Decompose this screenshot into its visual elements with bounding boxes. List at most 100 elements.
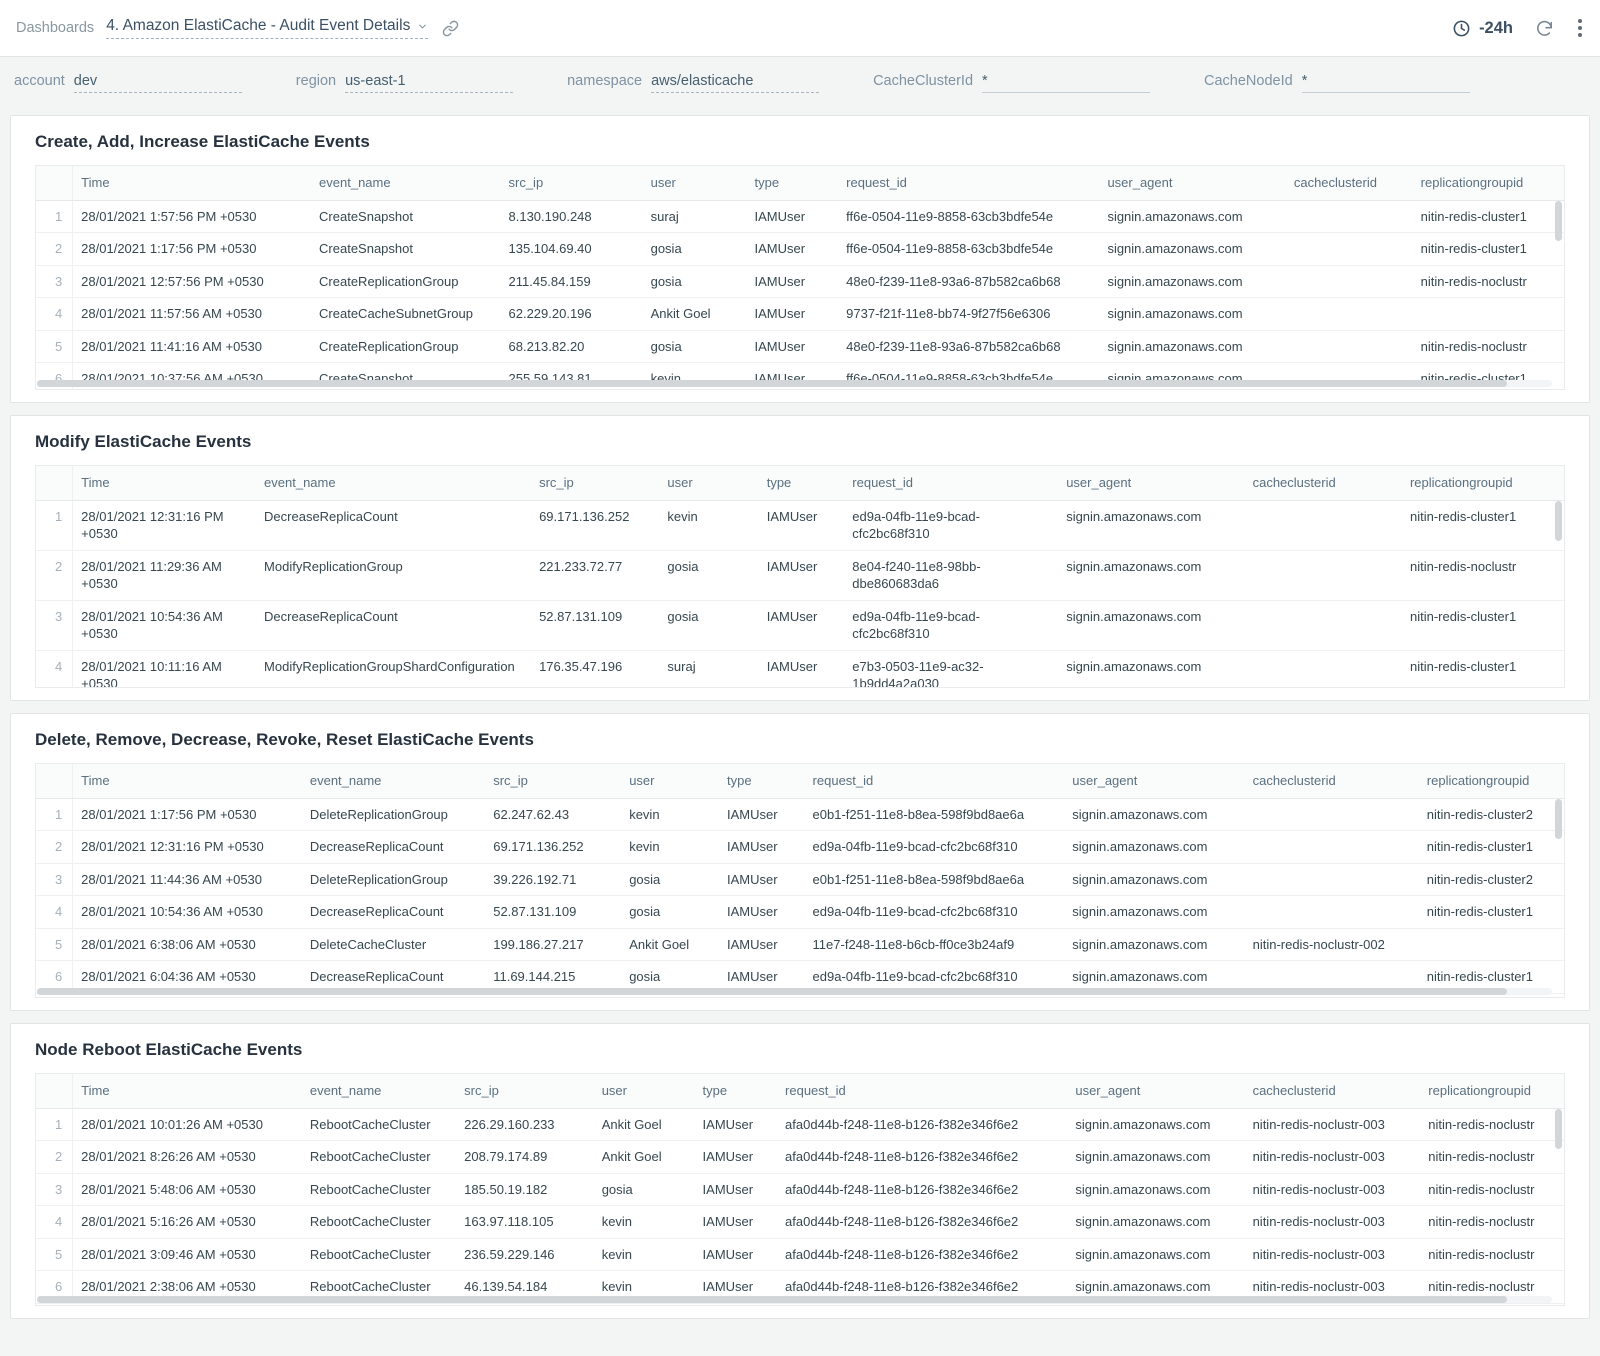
table-cell	[1286, 233, 1413, 266]
table-cell: 211.45.84.159	[501, 265, 643, 298]
table-cell: nitin-redis-cluster1	[1419, 831, 1564, 864]
column-header-user[interactable]: user	[621, 764, 719, 798]
column-header-event_name[interactable]: event_name	[311, 166, 500, 200]
column-header-cacheclusterid[interactable]: cacheclusterid	[1245, 1074, 1421, 1108]
table-cell: 28/01/2021 5:48:06 AM +0530	[73, 1173, 302, 1206]
table-row: 228/01/2021 11:29:36 AM +0530ModifyRepli…	[36, 550, 1564, 600]
vertical-scrollbar[interactable]	[1555, 1076, 1562, 1303]
table-cell: CreateReplicationGroup	[311, 265, 500, 298]
column-header-src_ip[interactable]: src_ip	[501, 166, 643, 200]
filter-cachenodeid-value[interactable]: *	[1302, 73, 1470, 93]
row-number: 2	[36, 550, 73, 600]
column-header-time[interactable]: Time	[73, 166, 311, 200]
table-cell: kevin	[621, 798, 719, 831]
column-header-src_ip[interactable]: src_ip	[456, 1074, 594, 1108]
column-header-request_id[interactable]: request_id	[844, 466, 1058, 500]
column-header-src_ip[interactable]: src_ip	[485, 764, 621, 798]
column-header-event_name[interactable]: event_name	[302, 1074, 456, 1108]
table-cell: 176.35.47.196	[531, 650, 659, 687]
column-header-event_name[interactable]: event_name	[302, 764, 485, 798]
column-header-time[interactable]: Time	[73, 1074, 302, 1108]
table-cell: signin.amazonaws.com	[1058, 500, 1244, 550]
column-header-type[interactable]: type	[746, 166, 838, 200]
clock-icon	[1452, 19, 1471, 38]
row-number: 5	[36, 928, 73, 961]
table-cell: IAMUser	[759, 500, 845, 550]
row-number: 4	[36, 298, 73, 331]
row-number-header	[36, 466, 73, 500]
column-header-replicationgroupid[interactable]: replicationgroupid	[1413, 166, 1564, 200]
filter-namespace-value[interactable]: aws/elasticache	[651, 73, 819, 93]
column-header-src_ip[interactable]: src_ip	[531, 466, 659, 500]
table-cell: gosia	[621, 863, 719, 896]
table-area: Timeevent_namesrc_ipusertyperequest_idus…	[35, 465, 1565, 688]
link-icon[interactable]	[442, 20, 459, 37]
table-cell: nitin-redis-noclustr-002	[1245, 928, 1419, 961]
column-header-cacheclusterid[interactable]: cacheclusterid	[1286, 166, 1413, 200]
column-header-request_id[interactable]: request_id	[805, 764, 1065, 798]
column-header-type[interactable]: type	[719, 764, 805, 798]
row-number: 3	[36, 265, 73, 298]
column-header-user_agent[interactable]: user_agent	[1099, 166, 1285, 200]
kebab-menu-icon[interactable]	[1576, 19, 1584, 37]
table-cell: afa0d44b-f248-11e8-b126-f382e346f6e2	[777, 1238, 1067, 1271]
filter-label: account	[14, 73, 65, 89]
column-header-request_id[interactable]: request_id	[838, 166, 1099, 200]
column-header-type[interactable]: type	[695, 1074, 778, 1108]
table-cell: nitin-redis-cluster1	[1402, 500, 1564, 550]
dashboard-title-selector[interactable]: 4. Amazon ElastiCache - Audit Event Deta…	[106, 17, 428, 39]
table-cell: IAMUser	[759, 650, 845, 687]
vertical-scrollbar[interactable]	[1555, 468, 1562, 685]
horizontal-scrollbar[interactable]	[37, 988, 1552, 995]
column-header-replicationgroupid[interactable]: replicationgroupid	[1419, 764, 1564, 798]
column-header-request_id[interactable]: request_id	[777, 1074, 1067, 1108]
column-header-event_name[interactable]: event_name	[256, 466, 531, 500]
row-number: 5	[36, 330, 73, 363]
table-cell: 28/01/2021 1:17:56 PM +0530	[73, 798, 302, 831]
table-cell: afa0d44b-f248-11e8-b126-f382e346f6e2	[777, 1206, 1067, 1239]
refresh-icon[interactable]	[1535, 19, 1554, 38]
column-header-user[interactable]: user	[594, 1074, 695, 1108]
horizontal-scrollbar[interactable]	[37, 1296, 1552, 1303]
table-cell: 48e0-f239-11e8-93a6-87b582ca6b68	[838, 265, 1099, 298]
vertical-scrollbar[interactable]	[1555, 168, 1562, 387]
table-cell: afa0d44b-f248-11e8-b126-f382e346f6e2	[777, 1173, 1067, 1206]
column-header-user_agent[interactable]: user_agent	[1064, 764, 1244, 798]
column-header-time[interactable]: Time	[73, 466, 256, 500]
table-cell: RebootCacheCluster	[302, 1173, 456, 1206]
table-cell: kevin	[621, 831, 719, 864]
table-row: 428/01/2021 5:16:26 AM +0530RebootCacheC…	[36, 1206, 1564, 1239]
row-number: 4	[36, 896, 73, 929]
breadcrumb[interactable]: Dashboards	[16, 20, 94, 36]
table-cell: 236.59.229.146	[456, 1238, 594, 1271]
column-header-type[interactable]: type	[759, 466, 845, 500]
table-cell: Ankit Goel	[594, 1141, 695, 1174]
table-cell: 28/01/2021 5:16:26 AM +0530	[73, 1206, 302, 1239]
panel-modify-events: Modify ElastiCache Events Timeevent_name…	[10, 415, 1590, 701]
table-cell: IAMUser	[746, 298, 838, 331]
filter-account-value[interactable]: dev	[74, 73, 242, 93]
column-header-user_agent[interactable]: user_agent	[1058, 466, 1244, 500]
horizontal-scrollbar[interactable]	[37, 380, 1552, 387]
column-header-user_agent[interactable]: user_agent	[1067, 1074, 1244, 1108]
time-range-selector[interactable]: -24h	[1452, 19, 1513, 38]
column-header-replicationgroupid[interactable]: replicationgroupid	[1420, 1074, 1564, 1108]
column-header-user[interactable]: user	[659, 466, 758, 500]
filter-region-value[interactable]: us-east-1	[345, 73, 513, 93]
table-cell: signin.amazonaws.com	[1067, 1141, 1244, 1174]
column-header-cacheclusterid[interactable]: cacheclusterid	[1245, 466, 1402, 500]
table-cell: kevin	[594, 1238, 695, 1271]
column-header-cacheclusterid[interactable]: cacheclusterid	[1245, 764, 1419, 798]
table-cell	[1245, 896, 1419, 929]
table-cell: signin.amazonaws.com	[1064, 798, 1244, 831]
vertical-scrollbar[interactable]	[1555, 766, 1562, 995]
table-cell: signin.amazonaws.com	[1058, 600, 1244, 650]
table-row: 328/01/2021 10:54:36 AM +0530DecreaseRep…	[36, 600, 1564, 650]
column-header-replicationgroupid[interactable]: replicationgroupid	[1402, 466, 1564, 500]
column-header-user[interactable]: user	[643, 166, 747, 200]
filter-cacheclusterid: CacheClusterId *	[873, 73, 1150, 93]
column-header-time[interactable]: Time	[73, 764, 302, 798]
table-cell: ModifyReplicationGroup	[256, 550, 531, 600]
filter-cacheclusterid-value[interactable]: *	[982, 73, 1150, 93]
table-row: 228/01/2021 1:17:56 PM +0530CreateSnapsh…	[36, 233, 1564, 266]
